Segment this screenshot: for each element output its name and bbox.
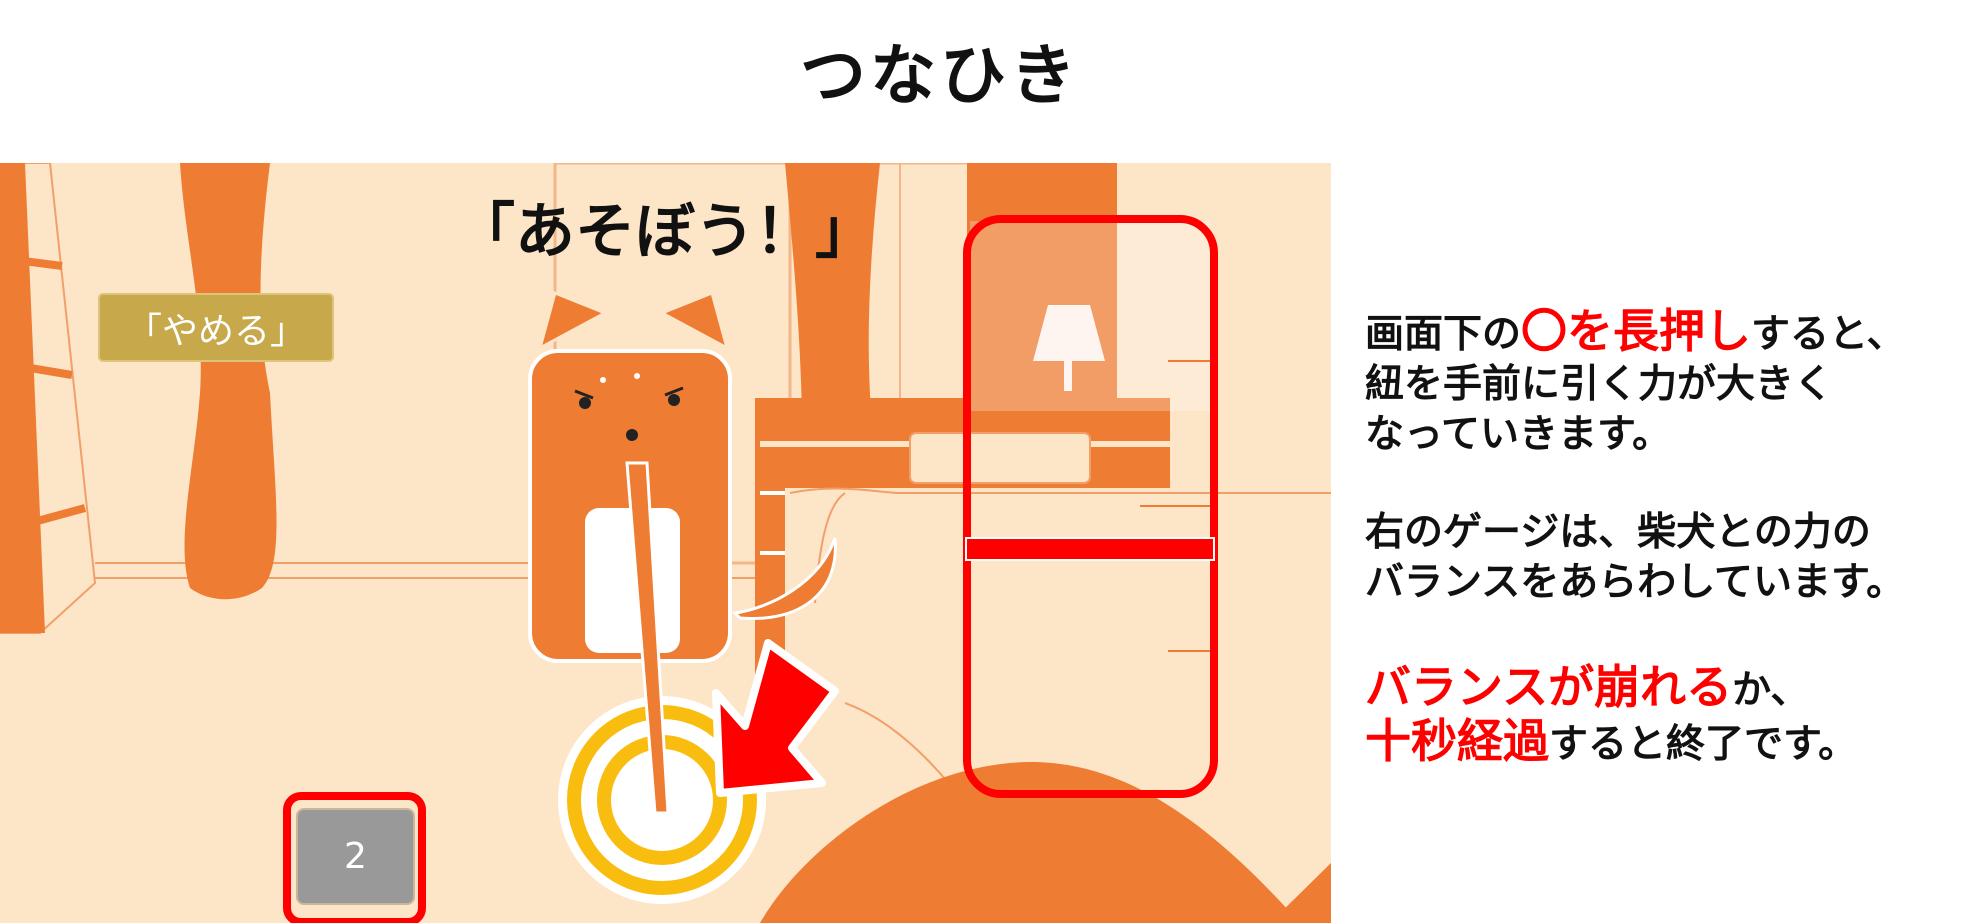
instructions-block-2: 右のゲージは、柴犬との力の バランスをあらわしています。 [1365,508,1905,608]
gauge-tick [1168,360,1210,362]
page-title: つなひき [800,37,1080,114]
gauge-balance-marker [965,537,1215,561]
instruction-highlight: 十秒経過 [1365,714,1549,768]
instruction-line: なっていきます。 [1365,412,1672,457]
instruction-highlight: 〇を長押し [1521,304,1752,358]
instruction-text: か、 [1732,668,1810,713]
instructions-block-3: バランスが崩れるか、 十秒経過すると終了です。 [1365,662,1857,770]
instruction-line: 右のゲージは、柴犬との力の [1365,510,1871,555]
gauge-tick [1168,650,1210,652]
instruction-text: すると終了です。 [1549,722,1858,767]
speech-text: 「あそぼう！」 [455,197,875,267]
instruction-highlight: バランスが崩れる [1365,660,1733,714]
instruction-line: 十秒経過すると終了です。 [1365,716,1857,770]
instruction-line: 画面下の〇を長押しすると、 [1365,306,1905,360]
quit-button[interactable]: 「やめる」 [98,293,334,362]
instruction-line: 紐を手前に引く力が大きく [1365,362,1834,407]
instruction-text: 画面下の [1365,312,1522,357]
instruction-line: バランスが崩れるか、 [1365,662,1857,716]
instruction-text: すると、 [1751,312,1906,357]
gauge-tick [1140,505,1210,507]
instructions-block-1: 画面下の〇を長押しすると、 紐を手前に引く力が大きく なっていきます。 [1365,306,1905,460]
instruction-line: バランスをあらわしています。 [1365,560,1906,605]
game-scene: 「あそぼう！」 「やめる」 2 [0,163,1331,923]
timer-counter: 2 [296,808,415,905]
